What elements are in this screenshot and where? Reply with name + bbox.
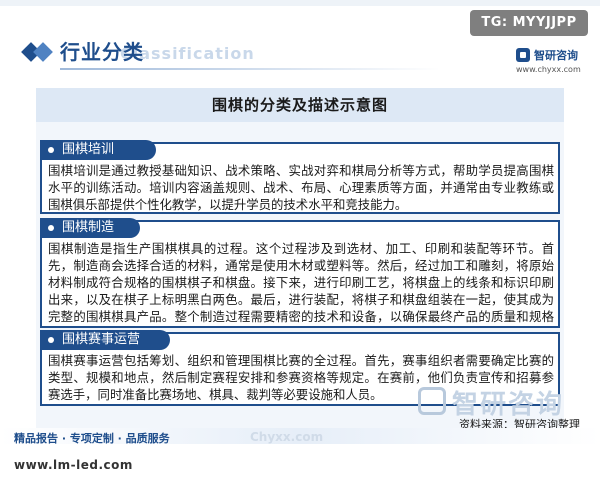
watermark-logo: 智研咨询 [418, 384, 588, 420]
logo-name: 智研咨询 [534, 49, 578, 62]
bullet-dot-icon [48, 225, 54, 231]
logo-icon [516, 48, 530, 62]
section-label: 围棋赛事运营 [62, 332, 141, 347]
page-footer: 精品报告 · 专项定制 · 品质服务 Chyxx.com www.lm-led.… [0, 428, 600, 480]
section-tab-training: 围棋培训 [40, 140, 156, 160]
header-decoration [0, 0, 600, 6]
footer-site-link[interactable]: www.lm-led.com [14, 458, 133, 472]
section-label: 围棋制造 [62, 220, 115, 235]
header-underline [60, 68, 440, 70]
page-header: Classification 行业分类 TG: MYYJJPP 智研咨询 www… [0, 0, 600, 80]
section-tab-manufacturing: 围棋制造 [40, 218, 140, 238]
section-tab-events: 围棋赛事运营 [40, 330, 170, 350]
tg-badge: TG: MYYJJPP [470, 10, 588, 36]
footer-tagline: 精品报告 · 专项定制 · 品质服务 [14, 432, 170, 445]
page-title: 行业分类 [60, 40, 144, 64]
panel-title: 围棋的分类及描述示意图 [211, 96, 388, 114]
logo-url: www.chyxx.com [516, 65, 581, 74]
diamond-icon-secondary [33, 42, 53, 62]
section-label: 围棋培训 [62, 142, 115, 157]
watermark-logo-icon [418, 387, 446, 415]
bullet-dot-icon [48, 337, 54, 343]
brand-logo: 智研咨询 www.chyxx.com [516, 46, 596, 76]
footer-watermark: Chyxx.com [250, 430, 324, 444]
section-text-manufacturing: 围棋制造是指生产围棋棋具的过程。这个过程涉及到选材、加工、印刷和装配等环节。首先… [48, 241, 554, 324]
bullet-dot-icon [48, 147, 54, 153]
section-text-training: 围棋培训是通过教授基础知识、战术策略、实战对弈和棋局分析等方式，帮助学员提高围棋… [48, 163, 554, 212]
